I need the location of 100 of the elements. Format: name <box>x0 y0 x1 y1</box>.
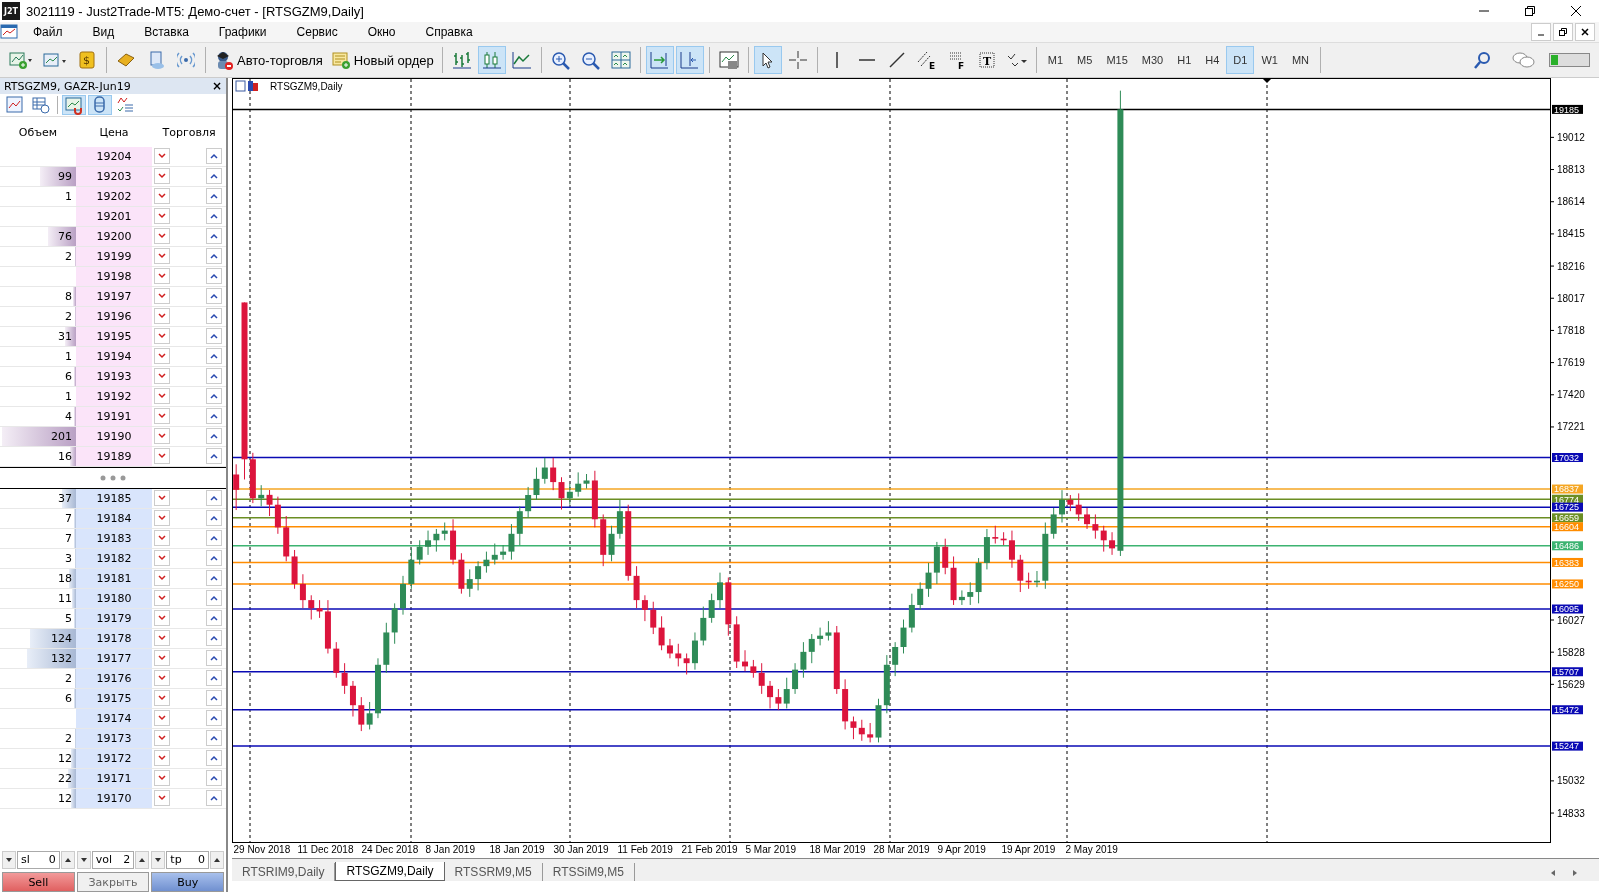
price-tick-label: 18415 <box>1557 228 1585 240</box>
volume-value: 124 <box>51 632 73 645</box>
menu-item[interactable]: Вставка <box>129 25 204 39</box>
price-cell: 19183 <box>76 529 152 548</box>
price-cell: 19199 <box>76 247 152 266</box>
volume-value: 18 <box>58 572 73 585</box>
price-cell: 19197 <box>76 287 152 306</box>
text-button[interactable]: T <box>972 46 1001 74</box>
buy-button[interactable]: Buy <box>151 872 224 892</box>
chart-title: RTSGZM9,Daily <box>270 81 343 92</box>
volume-value: 201 <box>51 430 73 443</box>
menu-item[interactable]: Справка <box>410 25 488 39</box>
price-level-tag: 16250 <box>1552 579 1583 590</box>
date-label: 9 Apr 2019 <box>937 844 986 855</box>
toolbar-button[interactable]: Авто-торговля <box>210 46 327 74</box>
sell-button[interactable]: Sell <box>2 872 75 892</box>
volume-value: 1 <box>65 190 73 203</box>
timeframe-button[interactable]: M1 <box>1040 46 1071 74</box>
volume-value: 3 <box>65 552 73 565</box>
price-level-tag: 16095 <box>1552 604 1583 615</box>
price-tick-label: 16027 <box>1557 614 1585 626</box>
volume-value: 7 <box>65 532 73 545</box>
chart-tab[interactable]: RTSSiM9,M5 <box>542 863 635 881</box>
menu-item[interactable]: Файл <box>18 25 78 39</box>
timeframe-button[interactable]: M30 <box>1134 46 1171 74</box>
price-tick-label: 19012 <box>1557 131 1585 143</box>
date-label: 18 Jan 2019 <box>489 844 545 855</box>
price-tick-label: 14833 <box>1557 807 1585 819</box>
price-tick-label: 17619 <box>1557 357 1585 369</box>
price-cell: 19194 <box>76 347 152 366</box>
timeframe-button[interactable]: W1 <box>1254 46 1285 74</box>
price-cell: 19198 <box>76 267 152 286</box>
price-cell: 19176 <box>76 669 152 688</box>
column-header: Объем <box>17 125 59 139</box>
price-tick-label: 17818 <box>1557 324 1585 336</box>
price-cell: 19177 <box>76 649 152 668</box>
volume-value: 132 <box>51 652 73 665</box>
date-label: 21 Feb 2019 <box>681 844 738 855</box>
price-tick-label: 15032 <box>1557 775 1585 787</box>
volume-value: 16 <box>58 450 73 463</box>
timeframe-button[interactable]: D1 <box>1226 46 1255 74</box>
date-label: 28 Mar 2019 <box>873 844 930 855</box>
chart-tab[interactable]: RTSGZM9,Daily <box>335 862 445 881</box>
date-label: 8 Jan 2019 <box>425 844 475 855</box>
date-label: 5 Mar 2019 <box>745 844 797 855</box>
chart-tab[interactable]: RTSSRM9,M5 <box>444 863 543 881</box>
price-tick-label: 18813 <box>1557 164 1585 176</box>
price-level-tag: 16725 <box>1552 502 1583 513</box>
column-header: Торговля <box>161 125 217 139</box>
timeframe-button[interactable]: H4 <box>1198 46 1227 74</box>
date-label: 18 Mar 2019 <box>809 844 866 855</box>
price-cell: 19196 <box>76 307 152 326</box>
volume-value: 6 <box>65 692 73 705</box>
price-cell: 19172 <box>76 749 152 768</box>
spin-field[interactable]: vol 2 <box>91 851 135 869</box>
close-button[interactable]: × <box>211 79 222 93</box>
timeframe-button[interactable]: MN <box>1284 46 1316 74</box>
volume-value: 1 <box>65 390 73 403</box>
spin-field[interactable]: tp 0 <box>166 851 209 869</box>
price-cell: 19204 <box>76 147 152 166</box>
price-level-tag: 16383 <box>1552 557 1583 568</box>
volume-value: 2 <box>65 672 73 685</box>
date-label: 2 May 2019 <box>1065 844 1118 855</box>
volume-value: 2 <box>65 310 73 323</box>
price-cell: 19201 <box>76 207 152 226</box>
price-level-tag: 16837 <box>1552 484 1583 495</box>
volume-value: 12 <box>58 792 73 805</box>
toolbar-button[interactable]: Новый ордер <box>326 46 438 74</box>
price-tick-label: 18216 <box>1557 260 1585 272</box>
fibonacci-button[interactable]: F <box>942 46 971 74</box>
timeframe-button[interactable]: H1 <box>1170 46 1199 74</box>
price-cell: 19175 <box>76 689 152 708</box>
price-tick-label: 18614 <box>1557 196 1585 208</box>
price-tick-label: 15828 <box>1557 646 1585 658</box>
price-cell: 19193 <box>76 367 152 386</box>
menu-item[interactable]: Окно <box>352 25 411 39</box>
menu-item[interactable]: Графики <box>203 25 282 39</box>
date-label: 29 Nov 2018 <box>233 844 291 855</box>
column-header: Цена <box>98 125 130 139</box>
price-cell: 19190 <box>76 427 152 446</box>
spin-field[interactable]: sl 0 <box>17 851 60 869</box>
dollar-button[interactable]: $ <box>73 46 101 74</box>
price-level-tag: 15247 <box>1552 741 1583 752</box>
close-button[interactable]: Закрыть <box>76 872 150 892</box>
price-cell: 19191 <box>76 407 152 426</box>
menu-item[interactable]: Сервис <box>281 25 353 39</box>
dollar-icon: $ <box>79 51 95 69</box>
app-logo: J2T <box>2 2 20 20</box>
price-level-tag: 17032 <box>1552 452 1583 463</box>
volume-value: 76 <box>58 230 73 243</box>
channel-button[interactable]: E <box>912 46 941 74</box>
volume-value: 6 <box>65 370 73 383</box>
timeframe-button[interactable]: M15 <box>1099 46 1135 74</box>
menu-item[interactable]: Вид <box>77 25 130 39</box>
timeframe-button[interactable]: M5 <box>1070 46 1100 74</box>
price-cell: 19179 <box>76 609 152 628</box>
volume-value: 4 <box>65 410 73 423</box>
volume-value: 5 <box>65 612 73 625</box>
price-tick-label: 18017 <box>1557 292 1585 304</box>
volume-value: 11 <box>58 592 73 605</box>
